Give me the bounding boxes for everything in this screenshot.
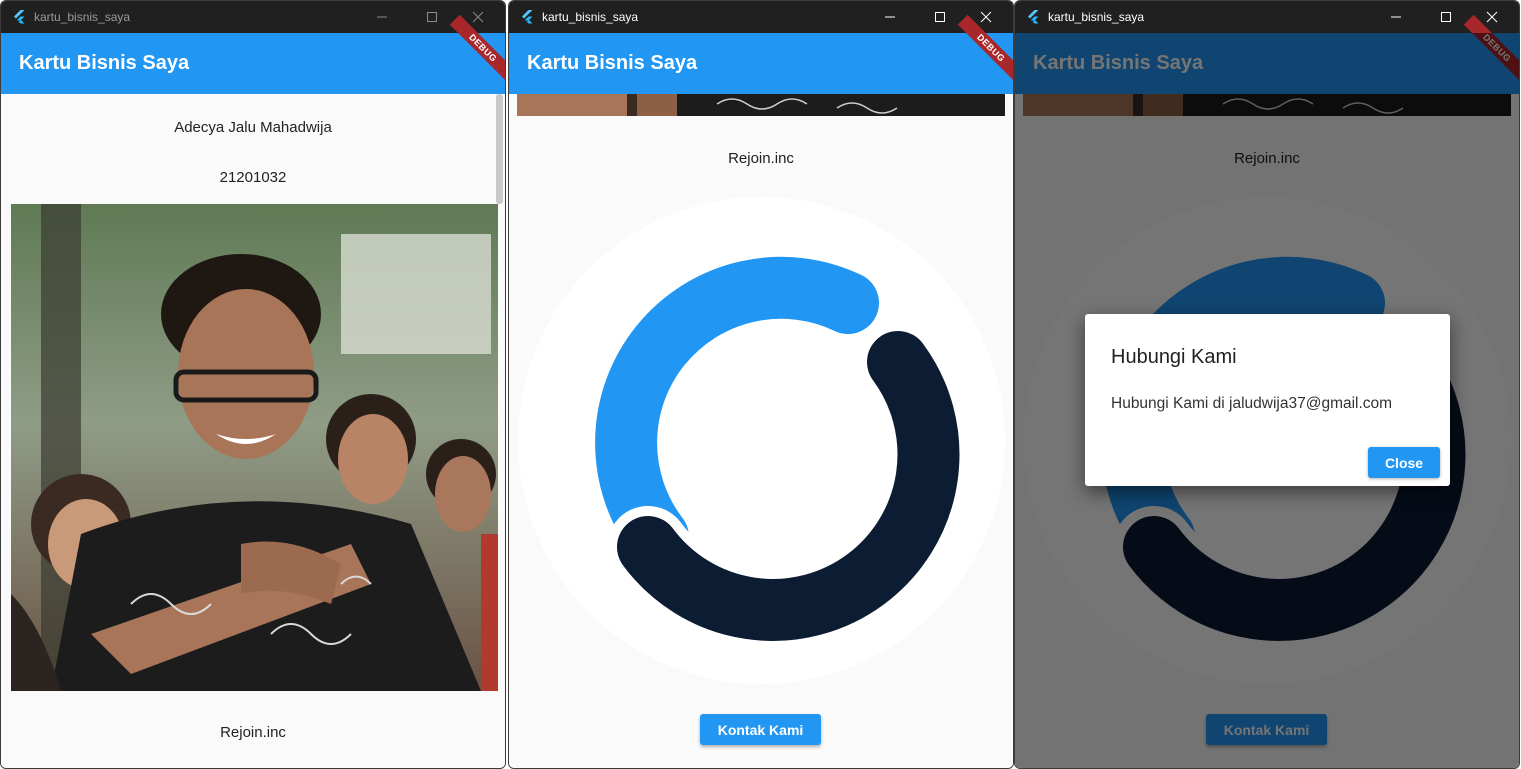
profile-scroll-view[interactable]: Adecya Jalu Mahadwija 21201032 Rejoin.in… <box>1 94 505 768</box>
flutter-logo-icon <box>11 9 27 25</box>
flutter-logo-icon <box>519 9 535 25</box>
app-window-dialog: kartu_bisnis_saya Kartu Bisnis Saya DEBU… <box>1014 0 1520 769</box>
window-titlebar[interactable]: kartu_bisnis_saya <box>1 1 505 33</box>
app-bar: Kartu Bisnis Saya DEBUG <box>1 14 505 94</box>
window-title: kartu_bisnis_saya <box>1048 10 1145 24</box>
profile-student-id: 21201032 <box>219 169 287 186</box>
dialog-content: Hubungi Kami di jaludwija37@gmail.com <box>1111 395 1393 412</box>
window-title: kartu_bisnis_saya <box>542 10 639 24</box>
maximize-icon[interactable] <box>917 1 963 33</box>
app-bar-title: Kartu Bisnis Saya <box>19 52 190 74</box>
app-bar: Kartu Bisnis Saya DEBUG <box>509 14 1013 94</box>
company-name: Rejoin.inc <box>728 150 794 167</box>
maximize-icon[interactable] <box>409 1 455 33</box>
window-titlebar[interactable]: kartu_bisnis_saya <box>509 1 1013 33</box>
contact-button[interactable]: Kontak Kami <box>700 714 821 745</box>
dialog-close-button[interactable]: Close <box>1368 447 1440 478</box>
minimize-icon[interactable] <box>359 1 405 33</box>
window-title: kartu_bisnis_saya <box>34 10 131 24</box>
maximize-icon[interactable] <box>1423 1 1469 33</box>
window-titlebar[interactable]: kartu_bisnis_saya <box>1015 1 1519 33</box>
minimize-icon[interactable] <box>1373 1 1419 33</box>
profile-photo <box>11 204 498 691</box>
company-logo <box>518 197 1005 684</box>
contact-dialog: Hubungi Kami Hubungi Kami di jaludwija37… <box>1085 314 1450 486</box>
profile-name: Adecya Jalu Mahadwija <box>174 119 332 136</box>
app-window-company: kartu_bisnis_saya Kartu Bisnis Saya DEBU… <box>508 0 1014 769</box>
scrollbar[interactable] <box>496 94 503 204</box>
flutter-logo-icon <box>1025 9 1041 25</box>
dialog-title: Hubungi Kami <box>1111 346 1237 368</box>
minimize-icon[interactable] <box>867 1 913 33</box>
app-bar-title: Kartu Bisnis Saya <box>527 52 698 74</box>
company-scroll-view[interactable]: Rejoin.inc Kontak Kami <box>509 94 1013 768</box>
profile-photo <box>517 94 1005 116</box>
app-window-profile: kartu_bisnis_saya Kartu Bisnis Saya DEBU… <box>0 0 506 769</box>
profile-company: Rejoin.inc <box>220 724 286 741</box>
